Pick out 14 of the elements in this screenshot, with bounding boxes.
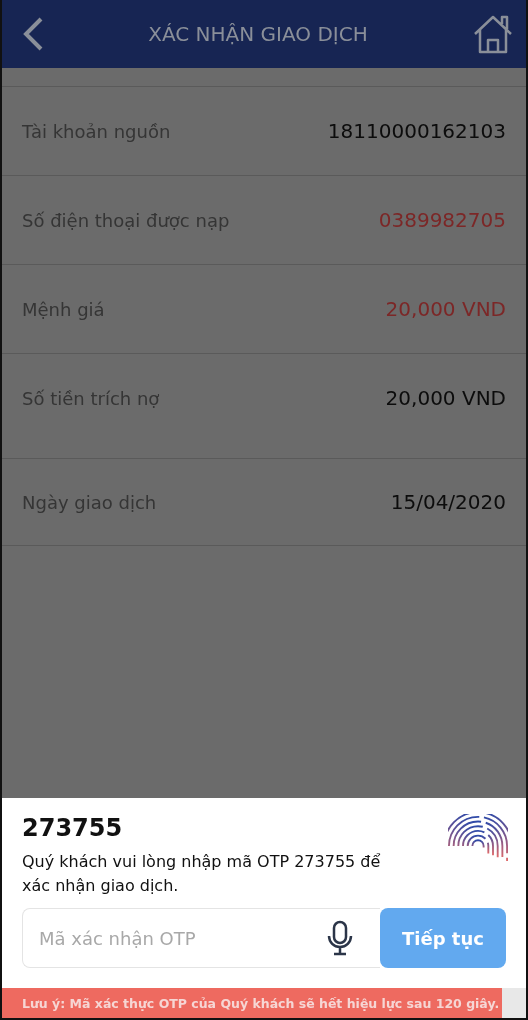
notice-banner: Lưu ý: Mã xác thực OTP của Quý khách sẽ hết hiệu lực sau 120 giây. <box>2 988 502 1018</box>
otp-message: Quý khách vui lòng nhập mã OTP 273755 để xác nhận giao dịch. <box>22 851 382 897</box>
home-icon[interactable] <box>472 14 514 54</box>
otp-code: 273755 <box>22 814 124 842</box>
back-icon[interactable] <box>22 17 44 51</box>
field-value: 20,000 VND <box>385 386 506 410</box>
field-value: 18110000162103 <box>327 119 506 143</box>
field-value: 20,000 VND <box>385 297 506 321</box>
field-value: 15/04/2020 <box>390 490 506 514</box>
microphone-icon[interactable] <box>326 920 354 956</box>
otp-input-field[interactable]: Mã xác nhận OTP <box>22 908 380 968</box>
screen-title: XÁC NHẬN GIAO DỊCH <box>147 22 369 46</box>
field-value: 0389982705 <box>378 208 506 232</box>
continue-button[interactable]: Tiếp tục <box>380 908 506 968</box>
